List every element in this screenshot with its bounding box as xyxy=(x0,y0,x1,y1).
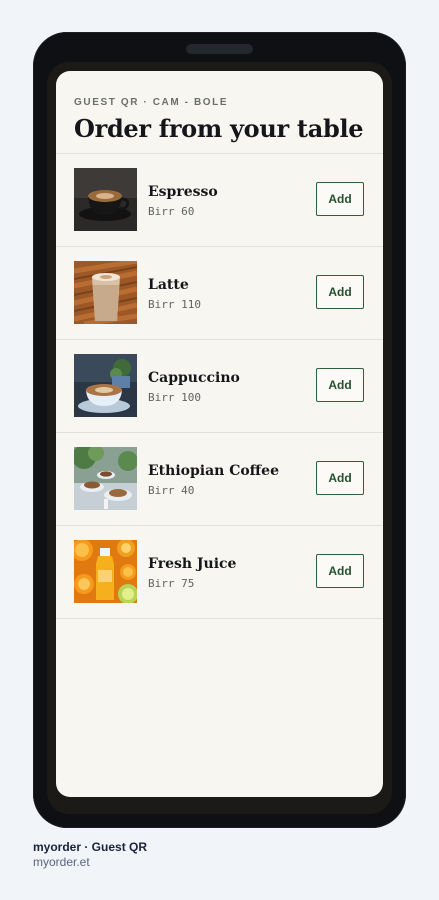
add-latte-button[interactable]: Add xyxy=(316,275,364,309)
phone-notch xyxy=(186,44,253,54)
espresso-photo xyxy=(74,168,137,231)
menu-list: Espresso Birr 60 Add Latte Birr 110 Add … xyxy=(56,154,383,619)
footer-brand: myorder · Guest QR xyxy=(33,840,148,854)
app-screen: GUEST QR · CAM - BOLE Order from your ta… xyxy=(56,71,383,797)
item-price: Birr 100 xyxy=(148,391,201,404)
fresh-juice-photo xyxy=(74,540,137,603)
item-price: Birr 75 xyxy=(148,577,195,590)
add-ethiopian-coffee-button[interactable]: Add xyxy=(316,461,364,495)
item-name: Cappuccino xyxy=(148,370,240,386)
phone-frame: GUEST QR · CAM - BOLE Order from your ta… xyxy=(33,32,406,828)
item-name: Espresso xyxy=(148,184,218,200)
item-name: Fresh Juice xyxy=(148,556,237,572)
add-cappuccino-button[interactable]: Add xyxy=(316,368,364,402)
item-price: Birr 60 xyxy=(148,205,195,218)
add-fresh-juice-button[interactable]: Add xyxy=(316,554,364,588)
latte-photo xyxy=(74,261,137,324)
footer-url: myorder.et xyxy=(33,855,90,869)
list-item: Fresh Juice Birr 75 Add xyxy=(56,526,383,619)
list-item: Espresso Birr 60 Add xyxy=(56,154,383,247)
list-item: Latte Birr 110 Add xyxy=(56,247,383,340)
item-name: Ethiopian Coffee xyxy=(148,463,279,479)
menu-header: GUEST QR · CAM - BOLE Order from your ta… xyxy=(56,71,383,154)
page-title: Order from your table xyxy=(74,114,364,143)
cappuccino-photo xyxy=(74,354,137,417)
item-price: Birr 110 xyxy=(148,298,201,311)
table-location-label: GUEST QR · CAM - BOLE xyxy=(74,97,229,108)
item-price: Birr 40 xyxy=(148,484,195,497)
list-item: Ethiopian Coffee Birr 40 Add xyxy=(56,433,383,526)
item-name: Latte xyxy=(148,277,189,293)
list-item: Cappuccino Birr 100 Add xyxy=(56,340,383,433)
ethiopian-coffee-photo xyxy=(74,447,137,510)
add-espresso-button[interactable]: Add xyxy=(316,182,364,216)
